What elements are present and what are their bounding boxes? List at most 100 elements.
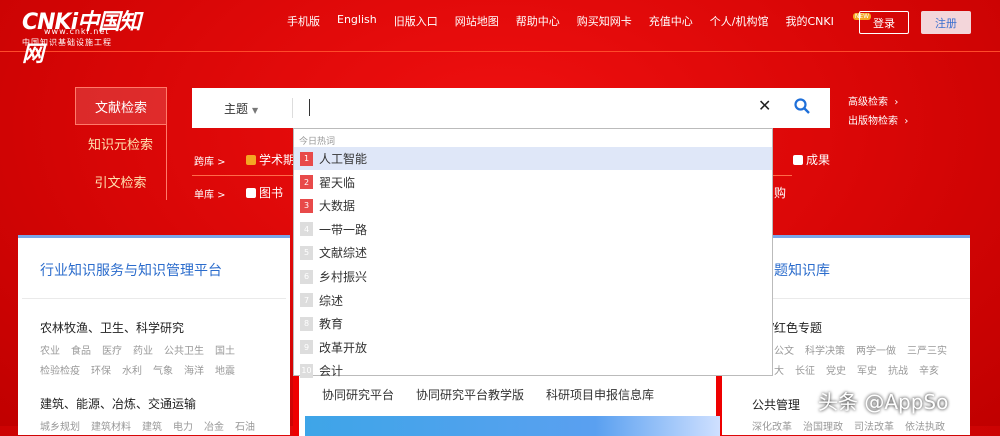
platform-link[interactable]: 协同研究平台 — [322, 388, 394, 402]
publication-search-link[interactable]: 出版物检索 › — [848, 112, 908, 127]
tag-link[interactable]: 医疗 — [102, 346, 122, 357]
tag-link[interactable]: 辛亥 — [919, 366, 939, 377]
hot-word-text: 一带一路 — [319, 222, 368, 237]
industry-platform-card: 行业知识服务与知识管理平台 农林牧渔、卫生、科学研究 农业 食品 医疗 药业 公共卫生国… — [18, 235, 290, 435]
tag-link[interactable]: 科学决策 — [805, 346, 845, 357]
tag-link[interactable]: 三严三实 — [907, 346, 947, 357]
hot-word-item[interactable]: 2 翟天临 — [294, 171, 772, 194]
tag-link[interactable]: 治国理政 — [803, 422, 843, 433]
nav-personal[interactable]: 个人/机构馆 — [710, 13, 769, 29]
tag-link[interactable]: 海洋 — [184, 366, 204, 377]
advanced-search-label: 高级检索 — [848, 97, 888, 108]
tag-link[interactable]: 党史 — [826, 366, 846, 377]
hot-word-item[interactable]: 9 改革开放 — [294, 336, 772, 359]
category-title[interactable]: /红色专题 — [770, 319, 822, 336]
nav-buy-card[interactable]: 购买知网卡 — [577, 13, 632, 29]
checkbox-achievement[interactable]: 成果 — [793, 151, 830, 168]
tag-link[interactable]: 水利 — [122, 366, 142, 377]
search-input[interactable] — [309, 99, 310, 116]
hot-word-text: 大数据 — [319, 199, 356, 214]
nav-sitemap[interactable]: 网站地图 — [455, 13, 499, 29]
tag-link[interactable]: 地震 — [215, 366, 235, 377]
tag-link[interactable]: 深化改革 — [752, 422, 792, 433]
advanced-search-link[interactable]: 高级检索 › — [848, 93, 898, 108]
promo-banner[interactable] — [305, 416, 720, 436]
cross-db-label[interactable]: 跨库 > — [194, 153, 226, 168]
checkbox-journal[interactable]: 学术期 — [246, 151, 295, 168]
platform-link[interactable]: 协同研究平台教学版 — [416, 388, 524, 402]
tab-literature-search[interactable]: 文献检索 — [75, 87, 167, 125]
tag-link[interactable]: 大 — [774, 366, 784, 377]
nav-mobile[interactable]: 手机版 — [287, 13, 320, 29]
tag-link[interactable]: 司法改革 — [854, 422, 894, 433]
checkbox-label: 学术期 — [259, 153, 296, 167]
hot-word-item[interactable]: 10 会计 — [294, 359, 772, 382]
tag-link[interactable]: 公共卫生 — [164, 346, 204, 357]
checkbox-books[interactable]: 图书 — [246, 184, 283, 201]
tag-link[interactable]: 环保 — [91, 366, 111, 377]
checkbox-label: 成果 — [806, 153, 831, 167]
hot-word-text: 改革开放 — [319, 340, 368, 355]
hot-word-item[interactable]: 1 人工智能 — [294, 147, 772, 170]
category-title[interactable]: 建筑、能源、冶炼、交通运输 — [40, 395, 196, 412]
tag-link[interactable]: 抗战 — [888, 366, 908, 377]
hot-word-text: 综述 — [319, 293, 344, 308]
tag-link[interactable]: 药业 — [133, 346, 153, 357]
tab-citation-search[interactable]: 引文检索 — [75, 162, 167, 200]
checkbox-purchase[interactable]: 购 — [774, 184, 786, 201]
logo-text: CNKi中国知网 — [22, 10, 141, 67]
hot-word-item[interactable]: 4 一带一路 — [294, 218, 772, 241]
nav-old-version[interactable]: 旧版入口 — [394, 13, 438, 29]
my-cnki-label: 我的CNKI — [785, 15, 834, 28]
tab-knowledge-search[interactable]: 知识元检索 — [75, 124, 167, 162]
rank-badge: 4 — [300, 222, 313, 237]
platform-link[interactable]: 科研项目申报信息库 — [546, 388, 654, 402]
search-field-select[interactable]: 主题 ▼ — [224, 100, 258, 117]
search-icon[interactable] — [794, 98, 810, 114]
category-title[interactable]: 公共管理 — [752, 396, 800, 413]
tag-link[interactable]: 长征 — [795, 366, 815, 377]
hot-word-text: 文献综述 — [319, 246, 368, 261]
tag-link[interactable]: 建筑材料 — [91, 422, 131, 433]
logo-url: www.cnki.net — [44, 27, 110, 36]
hot-word-item[interactable]: 6 乡村振兴 — [294, 265, 772, 288]
tag-link[interactable]: 气象 — [153, 366, 173, 377]
nav-english[interactable]: English — [337, 13, 377, 29]
header: CNKi中国知网 www.cnki.net 中国知识基础设施工程 手机版 Eng… — [0, 0, 1000, 67]
hot-word-item[interactable]: 8 教育 — [294, 312, 772, 335]
tag-link[interactable]: 食品 — [71, 346, 91, 357]
tag-link[interactable]: 电力 — [173, 422, 193, 433]
tag-link[interactable]: 冶金 — [204, 422, 224, 433]
tag-link[interactable]: 检验检疫 — [40, 366, 80, 377]
tag-link[interactable]: 石油 — [235, 422, 255, 433]
divider — [22, 298, 286, 299]
card-title[interactable]: 行业知识服务与知识管理平台 — [40, 260, 222, 280]
nav-help[interactable]: 帮助中心 — [516, 13, 560, 29]
tag-row: 公文 科学决策 两学一做 三严三实 — [774, 342, 958, 357]
tag-link[interactable]: 国土 — [215, 346, 235, 357]
hot-word-item[interactable]: 7 综述 — [294, 289, 772, 312]
checkbox-icon — [793, 155, 803, 165]
register-button[interactable]: 注册 — [921, 11, 971, 34]
tag-link[interactable]: 城乡规划 — [40, 422, 80, 433]
cnki-logo[interactable]: CNKi中国知网 www.cnki.net 中国知识基础设施工程 — [22, 4, 142, 67]
login-button[interactable]: 登录 — [859, 11, 909, 34]
tag-link[interactable]: 依法执政 — [905, 422, 945, 433]
rank-badge: 6 — [300, 269, 313, 284]
hot-word-text: 教育 — [319, 317, 344, 332]
tag-link[interactable]: 两学一做 — [856, 346, 896, 357]
tag-link[interactable]: 农业 — [40, 346, 60, 357]
caret-down-icon: ▼ — [252, 106, 259, 115]
card-title[interactable]: 题知识库 — [774, 260, 830, 280]
platform-links: 协同研究平台 协同研究平台教学版 科研项目申报信息库 — [322, 386, 654, 403]
category-title[interactable]: 农林牧渔、卫生、科学研究 — [40, 319, 184, 336]
hot-word-text: 乡村振兴 — [319, 270, 368, 284]
tag-link[interactable]: 建筑 — [142, 422, 162, 433]
tag-link[interactable]: 公文 — [774, 346, 794, 357]
tag-link[interactable]: 军史 — [857, 366, 877, 377]
clear-icon[interactable]: ✕ — [758, 96, 771, 115]
hot-word-item[interactable]: 5 文献综述 — [294, 241, 772, 264]
nav-recharge[interactable]: 充值中心 — [649, 13, 693, 29]
hot-word-item[interactable]: 3 大数据 — [294, 194, 772, 217]
single-db-label[interactable]: 单库 > — [194, 186, 226, 201]
